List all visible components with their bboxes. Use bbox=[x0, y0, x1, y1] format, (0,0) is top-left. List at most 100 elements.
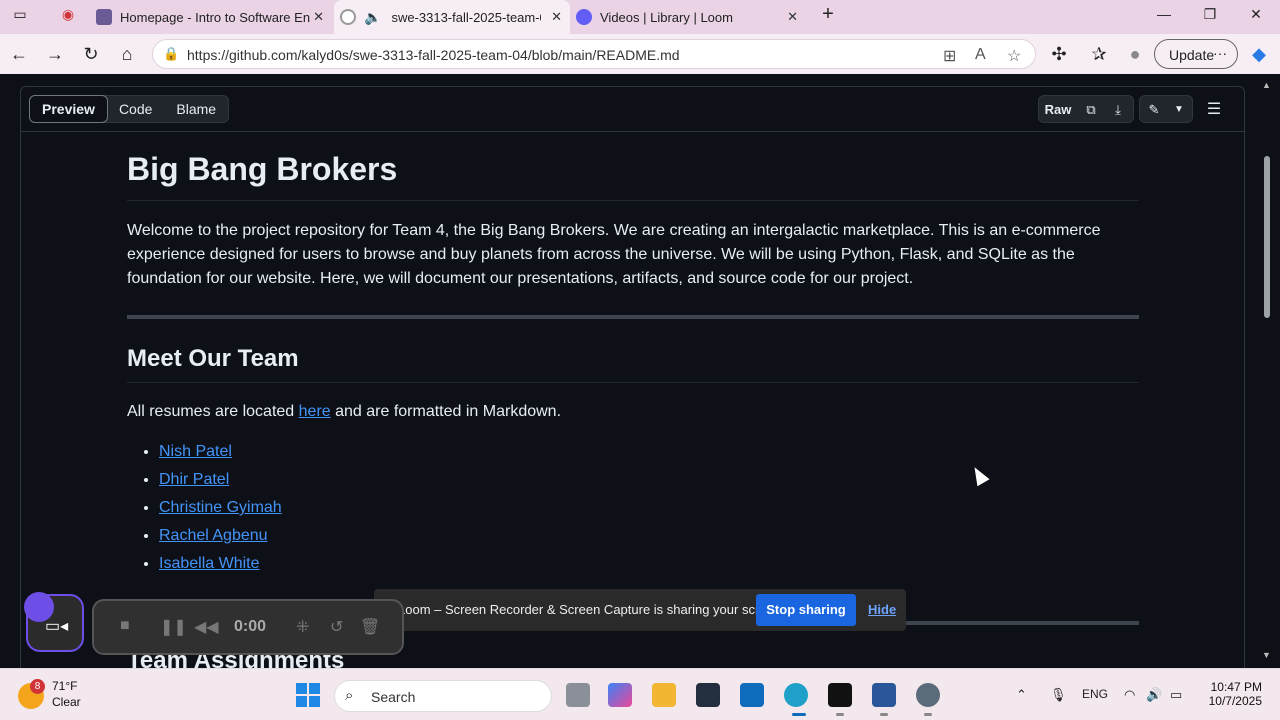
outline-icon[interactable]: ☰ bbox=[1203, 97, 1225, 123]
copilot-icon[interactable]: ◆ bbox=[1248, 43, 1270, 65]
new-tab-icon[interactable]: + bbox=[818, 3, 838, 26]
resumes-text: All resumes are located bbox=[127, 403, 299, 420]
copilot-app-icon[interactable] bbox=[608, 683, 632, 707]
file-explorer-icon[interactable] bbox=[652, 683, 676, 707]
update-label: Update bbox=[1169, 47, 1215, 63]
system-clock[interactable]: 10:47 PM 10/7/2025 bbox=[1196, 680, 1262, 708]
list-item: Dhir Patel bbox=[159, 471, 1139, 499]
running-indicator bbox=[924, 713, 932, 716]
wifi-icon[interactable]: ◠ bbox=[1124, 687, 1135, 703]
close-tab-icon[interactable]: ✕ bbox=[313, 9, 324, 25]
hide-button[interactable]: Hide bbox=[868, 602, 896, 617]
grid-icon[interactable]: ⁜ bbox=[296, 617, 309, 637]
record-icon[interactable]: ◉ bbox=[58, 6, 78, 23]
chevron-down-icon[interactable]: ▼ bbox=[1169, 97, 1189, 123]
resumes-paragraph: All resumes are located here and are for… bbox=[127, 403, 1139, 421]
team-heading: Meet Our Team bbox=[127, 345, 1139, 383]
scroll-down-icon[interactable]: ▼ bbox=[1262, 650, 1271, 660]
download-icon[interactable]: ⤓ bbox=[1106, 97, 1130, 123]
read-aloud-icon[interactable]: A bbox=[975, 46, 986, 64]
extensions-icon[interactable]: ✣ bbox=[1048, 43, 1070, 65]
app-icon[interactable]: ⊞ bbox=[943, 46, 956, 66]
stop-icon[interactable]: ■ bbox=[120, 617, 130, 635]
amazon-icon[interactable] bbox=[696, 683, 720, 707]
resumes-link[interactable]: here bbox=[299, 403, 331, 420]
scrollbar-thumb[interactable] bbox=[1264, 156, 1270, 318]
member-link[interactable]: Isabella White bbox=[159, 555, 260, 572]
intellij-icon[interactable] bbox=[828, 683, 852, 707]
member-link[interactable]: Rachel Agbenu bbox=[159, 527, 268, 544]
tab-loom[interactable]: Videos | Library | Loom ✕ bbox=[576, 0, 806, 34]
member-link[interactable]: Christine Gyimah bbox=[159, 499, 282, 516]
lock-icon[interactable]: 🔒 bbox=[163, 46, 179, 62]
github-icon bbox=[340, 9, 356, 25]
member-link[interactable]: Nish Patel bbox=[159, 443, 232, 460]
camera-icon: ▭◂ bbox=[45, 618, 69, 635]
taskbar-search[interactable]: ⌕ Search bbox=[334, 680, 552, 712]
close-tab-icon[interactable]: ✕ bbox=[551, 9, 562, 25]
intro-paragraph: Welcome to the project repository for Te… bbox=[127, 222, 1101, 287]
sidebar-toggle-icon[interactable]: ▭ bbox=[10, 6, 30, 23]
more-icon[interactable]: ··· bbox=[1213, 45, 1227, 61]
close-window-icon[interactable]: ✕ bbox=[1246, 6, 1266, 23]
edit-pencil-icon[interactable]: ✎ bbox=[1143, 97, 1165, 123]
restart-icon[interactable]: ↺ bbox=[330, 617, 343, 637]
home-icon[interactable]: ⌂ bbox=[116, 43, 138, 65]
word-icon[interactable] bbox=[872, 683, 896, 707]
url-input[interactable]: 🔒 https://github.com/kalyd0s/swe-3313-fa… bbox=[152, 39, 1036, 69]
running-indicator bbox=[880, 713, 888, 716]
favorite-star-icon[interactable]: ☆ bbox=[1007, 46, 1021, 66]
member-link[interactable]: Dhir Patel bbox=[159, 471, 229, 488]
stop-sharing-button[interactable]: Stop sharing bbox=[756, 594, 856, 626]
list-item: Nish Patel bbox=[159, 443, 1139, 471]
tab-code[interactable]: Code bbox=[107, 96, 164, 122]
list-item: Christine Gyimah bbox=[159, 499, 1139, 527]
raw-button[interactable]: Raw bbox=[1043, 97, 1073, 123]
edge-icon[interactable] bbox=[784, 683, 808, 707]
tab-homepage[interactable]: Homepage - Intro to Software En ✕ bbox=[96, 0, 332, 34]
divider bbox=[127, 315, 1139, 319]
tab-github[interactable]: 🔈 swe-3313-fall-2025-team-04 ✕ bbox=[334, 0, 570, 34]
active-indicator bbox=[792, 713, 806, 716]
list-item: Isabella White bbox=[159, 555, 1139, 583]
profile-icon[interactable]: ● bbox=[1124, 43, 1146, 65]
speaker-icon[interactable]: 🔈 bbox=[364, 9, 381, 26]
minimize-icon[interactable]: — bbox=[1154, 6, 1174, 22]
forward-icon[interactable]: → bbox=[44, 43, 66, 65]
github-content: Preview Code Blame Raw ⧉ ⤓ ✎ ▼ ☰ Big Ban… bbox=[0, 74, 1280, 668]
restore-icon[interactable]: ❐ bbox=[1200, 6, 1220, 23]
scroll-up-icon[interactable]: ▲ bbox=[1262, 80, 1271, 90]
tab-preview[interactable]: Preview bbox=[29, 95, 108, 123]
language-indicator[interactable]: ENG bbox=[1082, 687, 1108, 701]
back-icon[interactable]: ← bbox=[8, 43, 30, 65]
tab-title: Videos | Library | Loom bbox=[600, 9, 733, 25]
loom-sharing-banner: ‖ Loom – Screen Recorder & Screen Captur… bbox=[374, 589, 906, 631]
volume-icon[interactable]: 🔊 bbox=[1146, 687, 1162, 703]
copy-icon[interactable]: ⧉ bbox=[1079, 97, 1103, 123]
outlook-icon[interactable] bbox=[740, 683, 764, 707]
view-switcher: Preview Code Blame bbox=[29, 95, 230, 123]
close-tab-icon[interactable]: ✕ bbox=[787, 9, 798, 25]
scrollbar[interactable]: ▲ ▼ bbox=[1262, 80, 1272, 666]
favorites-icon[interactable]: ✰ bbox=[1088, 43, 1110, 65]
task-view-icon[interactable] bbox=[566, 683, 590, 707]
refresh-icon[interactable]: ↻ bbox=[80, 43, 102, 65]
d2l-icon bbox=[96, 9, 112, 25]
loom-icon bbox=[576, 9, 592, 25]
update-button[interactable]: Update ··· bbox=[1154, 39, 1238, 69]
pause-icon[interactable]: ❚❚ bbox=[160, 617, 187, 637]
search-icon: ⌕ bbox=[345, 687, 354, 704]
loom-controls: ■ ❚❚ ◀◀ 0:00 ⁜ ↺ 🗑 bbox=[92, 599, 404, 655]
microphone-icon[interactable]: 🎙 bbox=[1050, 687, 1067, 703]
start-button[interactable] bbox=[296, 683, 320, 707]
settings-gear-icon[interactable] bbox=[916, 683, 940, 707]
page-title: Big Bang Brokers bbox=[127, 145, 1139, 201]
rewind-icon[interactable]: ◀◀ bbox=[194, 617, 219, 637]
search-label: Search bbox=[371, 689, 416, 705]
taskbar: 8 71°F Clear ⌕ Search ⌃ 🎙 ENG ◠ 🔊 ▭ 10:4… bbox=[0, 668, 1280, 720]
chevron-up-icon[interactable]: ⌃ bbox=[1016, 687, 1027, 703]
loom-camera-button[interactable]: ▭◂ bbox=[24, 592, 84, 652]
delete-icon[interactable]: 🗑 bbox=[360, 617, 380, 637]
tab-blame[interactable]: Blame bbox=[164, 96, 228, 122]
battery-icon[interactable]: ▭ bbox=[1170, 687, 1182, 703]
